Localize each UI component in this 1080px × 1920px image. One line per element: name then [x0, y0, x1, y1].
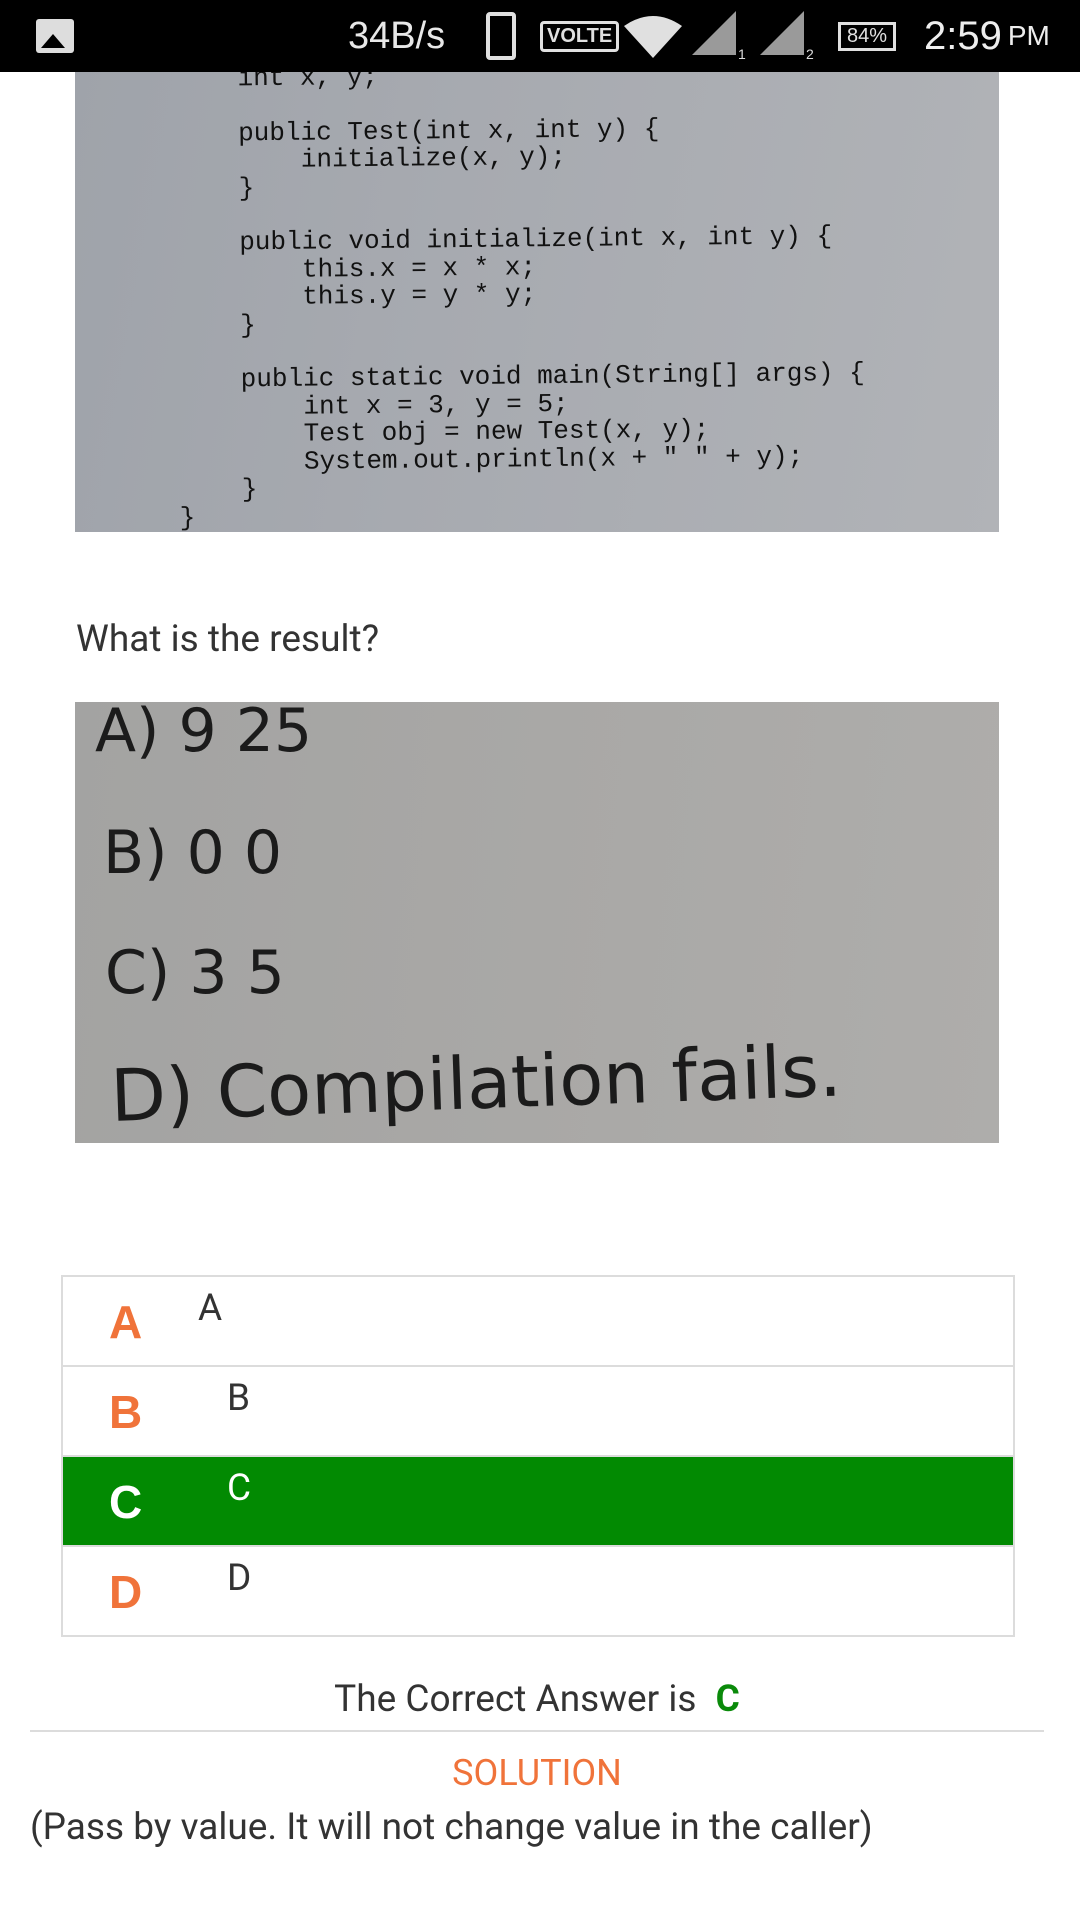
solution-title: SOLUTION	[452, 1752, 622, 1794]
options-image: A) 9 25 B) 0 0 C) 3 5 D) Compilation fai…	[75, 702, 999, 1143]
solution-text: (Pass by value. It will not change value…	[30, 1806, 873, 1849]
choice-letter: C	[109, 1476, 143, 1528]
wifi-icon	[624, 0, 682, 72]
clock-time: 2:59	[924, 13, 1002, 58]
phone-icon	[486, 0, 516, 72]
correct-answer-value: C	[715, 1678, 740, 1721]
choice-letter: D	[109, 1566, 143, 1618]
choice-letter: B	[109, 1386, 143, 1438]
sim1-label: 1	[738, 46, 746, 61]
status-bar: 34B/s VOLTE 1 2 84% 2:59 PM	[0, 0, 1080, 72]
choice-b[interactable]: B B	[63, 1367, 1013, 1457]
question-text: What is the result?	[76, 618, 380, 661]
choice-text: C	[227, 1467, 252, 1510]
volte-badge: VOLTE	[540, 0, 620, 72]
question-code-image: int x, y; public Test(int x, int y) { in…	[75, 72, 999, 532]
choice-letter: A	[109, 1296, 143, 1348]
correct-answer-label: The Correct Answer is	[334, 1678, 697, 1721]
image-option-d: D) Compilation fails.	[109, 1028, 843, 1138]
answer-choices: A A B B C C D D	[61, 1275, 1015, 1637]
battery-icon: 84%	[838, 0, 897, 72]
code-text: int x, y; public Test(int x, int y) { in…	[174, 72, 865, 532]
network-speed: 34B/s	[348, 14, 446, 57]
clock: 2:59 PM	[924, 0, 1050, 72]
image-option-a: A) 9 25	[95, 702, 313, 766]
choice-text: D	[227, 1557, 252, 1600]
sim2-label: 2	[806, 46, 814, 61]
clock-ampm: PM	[1007, 20, 1050, 51]
choice-d[interactable]: D D	[63, 1547, 1013, 1635]
image-option-b: B) 0 0	[103, 818, 283, 888]
gallery-icon	[36, 0, 74, 72]
choice-a[interactable]: A A	[63, 1277, 1013, 1367]
image-option-c: C) 3 5	[105, 938, 285, 1008]
divider	[30, 1730, 1044, 1732]
signal-icon: 2	[760, 0, 816, 72]
signal-icon: 1	[692, 0, 748, 72]
choice-c[interactable]: C C	[63, 1457, 1013, 1547]
choice-text: B	[227, 1377, 251, 1420]
correct-answer: The Correct Answer is C	[0, 1678, 1074, 1721]
choice-text: A	[198, 1287, 223, 1330]
